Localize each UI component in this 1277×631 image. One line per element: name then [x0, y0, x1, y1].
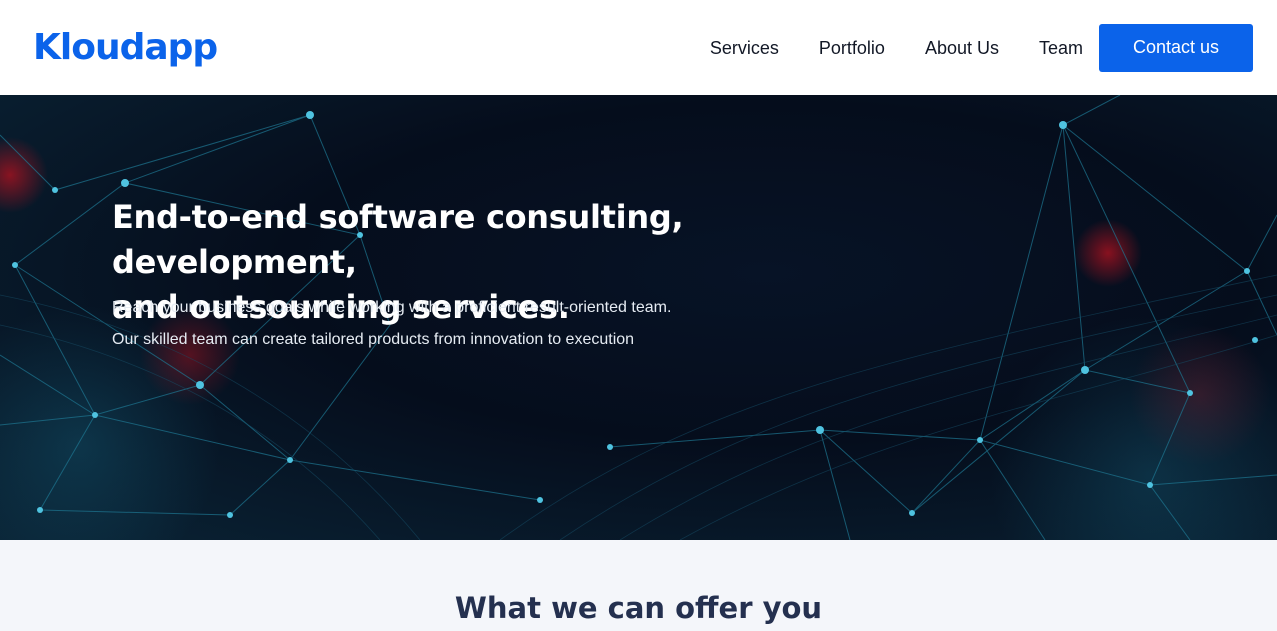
contact-us-button[interactable]: Contact us: [1099, 23, 1253, 72]
hero-subtitle-2: Our skilled team can create tailored pro…: [112, 331, 635, 348]
nav-link-portfolio[interactable]: Portfolio: [819, 36, 885, 60]
hero-section: End-to-end software consulting, developm…: [0, 95, 1277, 540]
offer-section-title: What we can offer you: [454, 591, 823, 625]
offer-section: What we can offer you: [0, 540, 1277, 631]
main-nav: Services Portfolio About Us Team Contact…: [710, 0, 1277, 95]
nav-link-team[interactable]: Team: [1039, 36, 1083, 60]
nav-link-services[interactable]: Services: [710, 36, 779, 60]
logo-text: Kloudapp: [33, 27, 218, 68]
brand-logo[interactable]: Kloudapp: [33, 27, 218, 68]
nav-link-about[interactable]: About Us: [925, 36, 999, 60]
hero-title-line-1: End-to-end software consulting, developm…: [112, 198, 684, 281]
site-header: Kloudapp Services Portfolio About Us Tea…: [0, 0, 1277, 95]
hero-subtitle-1: Reach your business goals while working …: [112, 299, 672, 316]
